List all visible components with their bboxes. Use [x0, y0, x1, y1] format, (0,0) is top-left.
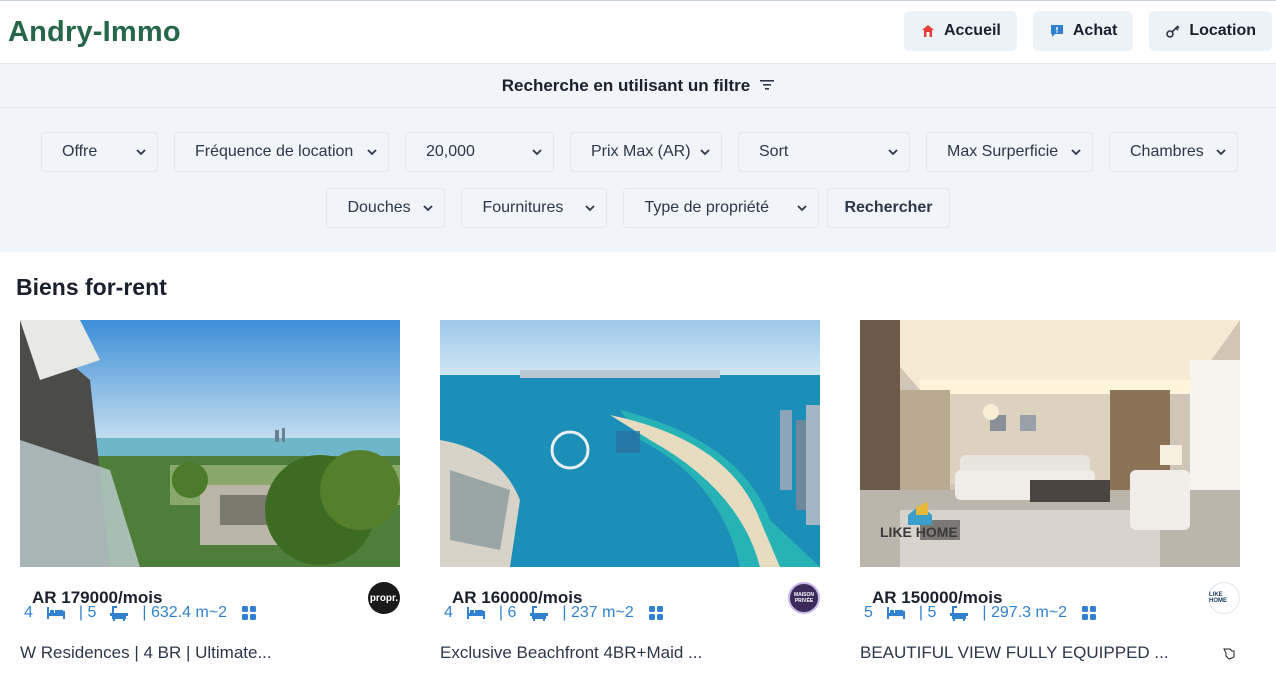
- bathroom-count: | 6: [498, 604, 517, 621]
- chevron-down-icon: [1216, 149, 1226, 156]
- search-button[interactable]: Rechercher: [827, 188, 950, 228]
- chevron-down-icon: [367, 149, 377, 156]
- pointer-cursor-icon: [1223, 648, 1235, 660]
- bathroom-count: | 5: [918, 604, 937, 621]
- svg-text:LIKE HOME: LIKE HOME: [880, 524, 958, 540]
- filter-heading-label: Recherche en utilisant un filtre: [501, 75, 751, 95]
- listing-title[interactable]: BEAUTIFUL VIEW FULLY EQUIPPED ...: [860, 643, 1240, 663]
- chat-icon: [1049, 23, 1065, 39]
- key-icon: [1165, 23, 1181, 39]
- bathroom-count: | 5: [78, 604, 97, 621]
- showers-select[interactable]: Douches: [326, 188, 446, 228]
- filter-row-2: Douches Fournitures Type de propriété Re…: [0, 172, 1276, 228]
- chevron-down-icon: [423, 205, 434, 212]
- filter-icon: [760, 76, 775, 96]
- property-type-select[interactable]: Type de propriété: [623, 188, 820, 228]
- grid-icon: [648, 605, 666, 621]
- nav-buy-button[interactable]: Achat: [1032, 11, 1134, 51]
- bedroom-count: 5: [864, 604, 873, 621]
- bed-icon: [46, 605, 65, 621]
- area-value: | 297.3 m~2: [982, 604, 1068, 621]
- chevron-down-icon: [700, 149, 710, 156]
- bath-icon: [110, 605, 129, 621]
- listing-title[interactable]: Exclusive Beachfront 4BR+Maid ...: [440, 643, 820, 663]
- nav-home-button[interactable]: Accueil: [903, 11, 1017, 51]
- chevron-down-icon: [797, 205, 808, 212]
- main-nav: Accueil Achat Location: [903, 11, 1272, 51]
- bath-icon: [530, 605, 549, 621]
- max-price-select[interactable]: Prix Max (AR): [570, 132, 722, 172]
- rent-frequency-value: Fréquence de location: [195, 143, 354, 160]
- grid-icon: [1081, 605, 1099, 621]
- listing-card[interactable]: AR 160000/mois MAISON PRIVÉE 4 | 6 | 237…: [440, 320, 820, 663]
- listing-grid: AR 179000/mois propr. 4 | 5 | 632.4 m~2 …: [0, 320, 1276, 663]
- showers-value: Douches: [347, 199, 411, 216]
- offer-select-value: Offre: [62, 143, 98, 160]
- chevron-down-icon: [585, 205, 596, 212]
- max-price-value: Prix Max (AR): [591, 143, 691, 160]
- nav-buy-label: Achat: [1072, 22, 1118, 39]
- chevron-down-icon: [888, 149, 898, 156]
- listing-title[interactable]: W Residences | 4 BR | Ultimate...: [20, 643, 400, 663]
- bedrooms-value: Chambres: [1130, 143, 1204, 160]
- area-value: | 632.4 m~2: [142, 604, 228, 621]
- listing-card[interactable]: LIKE HOME AR 150000/mois LIKE HOME 5 | 5…: [860, 320, 1240, 663]
- furnishing-select[interactable]: Fournitures: [461, 188, 608, 228]
- nav-rent-label: Location: [1189, 22, 1256, 39]
- home-icon: [920, 23, 936, 39]
- bed-icon: [886, 605, 905, 621]
- filter-heading[interactable]: Recherche en utilisant un filtre: [0, 64, 1276, 108]
- area-value: | 237 m~2: [562, 604, 634, 621]
- min-price-select[interactable]: 20,000: [405, 132, 554, 172]
- rent-frequency-select[interactable]: Fréquence de location: [174, 132, 389, 172]
- agency-avatar: MAISON PRIVÉE: [788, 582, 820, 614]
- filter-row-1: Offre Fréquence de location 20,000 Prix …: [0, 108, 1276, 172]
- nav-home-label: Accueil: [943, 22, 1001, 39]
- max-area-value: Max Surperficie: [947, 143, 1059, 160]
- bath-icon: [950, 605, 969, 621]
- offer-select[interactable]: Offre: [41, 132, 158, 172]
- brand-logo[interactable]: Andry-Immo: [8, 16, 181, 49]
- sort-value: Sort: [759, 143, 789, 160]
- property-type-value: Type de propriété: [644, 199, 769, 216]
- filter-panel: Recherche en utilisant un filtre Offre F…: [0, 63, 1276, 252]
- listing-photo[interactable]: [440, 320, 820, 567]
- listing-card[interactable]: AR 179000/mois propr. 4 | 5 | 632.4 m~2 …: [20, 320, 400, 663]
- nav-rent-button[interactable]: Location: [1149, 11, 1272, 51]
- agency-avatar: propr.: [368, 582, 400, 614]
- chevron-down-icon: [532, 149, 542, 156]
- section-title: Biens for-rent: [16, 274, 167, 300]
- bedrooms-select[interactable]: Chambres: [1109, 132, 1238, 172]
- bedroom-count: 4: [444, 604, 453, 621]
- sort-select[interactable]: Sort: [738, 132, 910, 172]
- bedroom-count: 4: [24, 604, 33, 621]
- listing-photo[interactable]: [20, 320, 400, 567]
- bed-icon: [466, 605, 485, 621]
- top-navbar: Andry-Immo Accueil Achat Location: [0, 1, 1276, 63]
- agency-avatar: LIKE HOME: [1208, 582, 1240, 614]
- min-price-value: 20,000: [426, 143, 475, 160]
- chevron-down-icon: [1071, 149, 1081, 156]
- chevron-down-icon: [136, 149, 146, 156]
- furnishing-value: Fournitures: [482, 199, 564, 216]
- max-area-select[interactable]: Max Surperficie: [926, 132, 1093, 172]
- listing-photo[interactable]: LIKE HOME: [860, 320, 1240, 567]
- grid-icon: [241, 605, 259, 621]
